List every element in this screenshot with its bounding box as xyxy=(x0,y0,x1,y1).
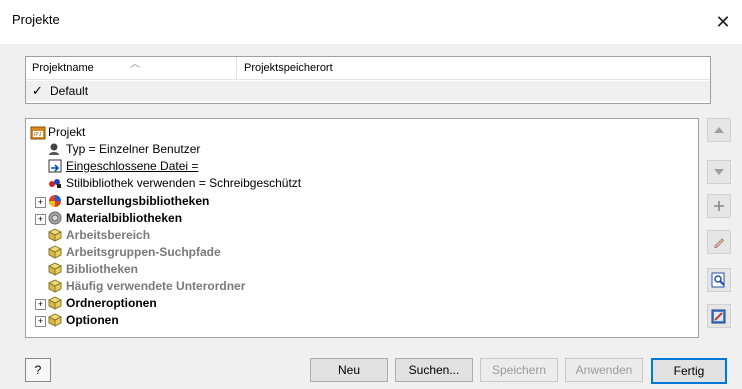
tree-item-label: Arbeitsbereich xyxy=(66,228,151,242)
tree-item-label: Darstellungsbibliotheken xyxy=(66,194,210,208)
help-icon: ? xyxy=(34,363,42,377)
project-settings-tree: IPJ Projekt Typ = Einzelner Benutzer Ein… xyxy=(25,118,699,338)
tree-item-optionen[interactable]: Optionen xyxy=(47,312,119,328)
window-title: Projekte xyxy=(12,12,60,27)
tree-item-arbeitsgruppen-suchpfade[interactable]: Arbeitsgruppen-Suchpfade xyxy=(47,244,221,260)
folder-icon xyxy=(47,245,63,259)
tree-item-label: Typ = Einzelner Benutzer xyxy=(66,142,201,156)
project-name: Default xyxy=(50,84,89,98)
search-button[interactable]: Suchen... xyxy=(395,358,473,382)
tree-item-darstellungsbibliotheken[interactable]: Darstellungsbibliotheken xyxy=(48,193,209,209)
done-button[interactable]: Fertig xyxy=(651,358,727,384)
edit-button[interactable] xyxy=(707,230,731,254)
include-file-icon xyxy=(48,159,62,173)
new-button[interactable]: Neu xyxy=(310,358,388,382)
notepad-edit-icon xyxy=(711,309,726,324)
tree-item-label: Optionen xyxy=(66,313,119,327)
tree-item-haeufig-verwendete-unterordner[interactable]: Häufig verwendete Unterordner xyxy=(47,278,246,294)
tree-item-eingeschlossene-datei[interactable]: Eingeschlossene Datei = xyxy=(48,158,198,174)
tree-root[interactable]: IPJ Projekt xyxy=(30,124,85,140)
style-library-icon xyxy=(48,176,62,190)
folder-icon xyxy=(47,296,63,310)
close-icon[interactable]: ✕ xyxy=(710,9,736,35)
help-button[interactable]: ? xyxy=(25,358,51,382)
user-icon xyxy=(48,142,62,156)
active-check-icon: ✓ xyxy=(32,83,43,98)
svg-text:IPJ: IPJ xyxy=(34,132,42,138)
project-list: ︿ Projektname Projektspeicherort ✓ Defau… xyxy=(25,56,711,104)
dialog-body: ︿ Projektname Projektspeicherort ✓ Defau… xyxy=(0,44,742,389)
apply-button[interactable]: Anwenden xyxy=(565,358,643,382)
move-down-button[interactable] xyxy=(707,160,731,184)
plus-icon xyxy=(714,201,724,211)
browse-search-button[interactable] xyxy=(707,268,731,292)
expand-ordneroptionen-icon[interactable]: + xyxy=(35,299,46,310)
save-button[interactable]: Speichern xyxy=(480,358,558,382)
expand-optionen-icon[interactable]: + xyxy=(35,316,46,327)
folder-icon xyxy=(47,228,63,242)
tree-item-label: Arbeitsgruppen-Suchpfade xyxy=(66,245,221,259)
column-header-projektspeicherort[interactable]: Projektspeicherort xyxy=(244,62,333,74)
tree-item-label: Häufig verwendete Unterordner xyxy=(66,279,246,293)
tree-item-label: Stilbibliothek verwenden = Schreibgeschü… xyxy=(66,176,302,190)
tree-item-typ[interactable]: Typ = Einzelner Benutzer xyxy=(48,141,200,157)
folder-icon xyxy=(47,262,63,276)
folder-icon xyxy=(47,313,63,327)
tree-item-label: Ordneroptionen xyxy=(66,296,157,310)
sort-arrow-icon: ︿ xyxy=(130,59,140,70)
column-header-projektname[interactable]: Projektname xyxy=(32,62,94,74)
folder-icon xyxy=(47,279,63,293)
triangle-down-icon xyxy=(714,169,724,175)
title-bar: Projekte ✕ xyxy=(0,0,742,44)
tree-item-ordneroptionen[interactable]: Ordneroptionen xyxy=(47,295,157,311)
tree-root-label: Projekt xyxy=(48,125,86,139)
appearance-library-icon xyxy=(48,194,62,208)
expand-materialbibliotheken-icon[interactable]: + xyxy=(35,214,46,225)
move-up-button[interactable] xyxy=(707,118,731,142)
project-row-default[interactable]: ✓ Default xyxy=(26,81,710,101)
add-path-button[interactable] xyxy=(707,194,731,218)
column-separator[interactable] xyxy=(236,57,237,79)
tree-item-materialbibliotheken[interactable]: Materialbibliotheken xyxy=(48,210,182,226)
material-library-icon xyxy=(48,211,62,225)
project-file-icon: IPJ xyxy=(30,125,46,140)
expand-darstellungsbibliotheken-icon[interactable]: + xyxy=(35,197,46,208)
tree-item-label: Bibliotheken xyxy=(66,262,139,276)
tree-item-arbeitsbereich[interactable]: Arbeitsbereich xyxy=(47,227,151,243)
project-list-header: ︿ Projektname Projektspeicherort xyxy=(26,57,710,80)
pencil-icon xyxy=(714,238,725,248)
tree-item-bibliotheken[interactable]: Bibliotheken xyxy=(47,261,139,277)
tree-item-label: Eingeschlossene Datei = xyxy=(66,159,199,173)
magnifier-document-icon xyxy=(711,272,725,288)
tree-item-stilbibliothek[interactable]: Stilbibliothek verwenden = Schreibgeschü… xyxy=(48,175,301,191)
tree-item-label: Materialbibliotheken xyxy=(66,211,183,225)
edit-settings-button[interactable] xyxy=(707,304,731,328)
triangle-up-icon xyxy=(714,127,724,133)
